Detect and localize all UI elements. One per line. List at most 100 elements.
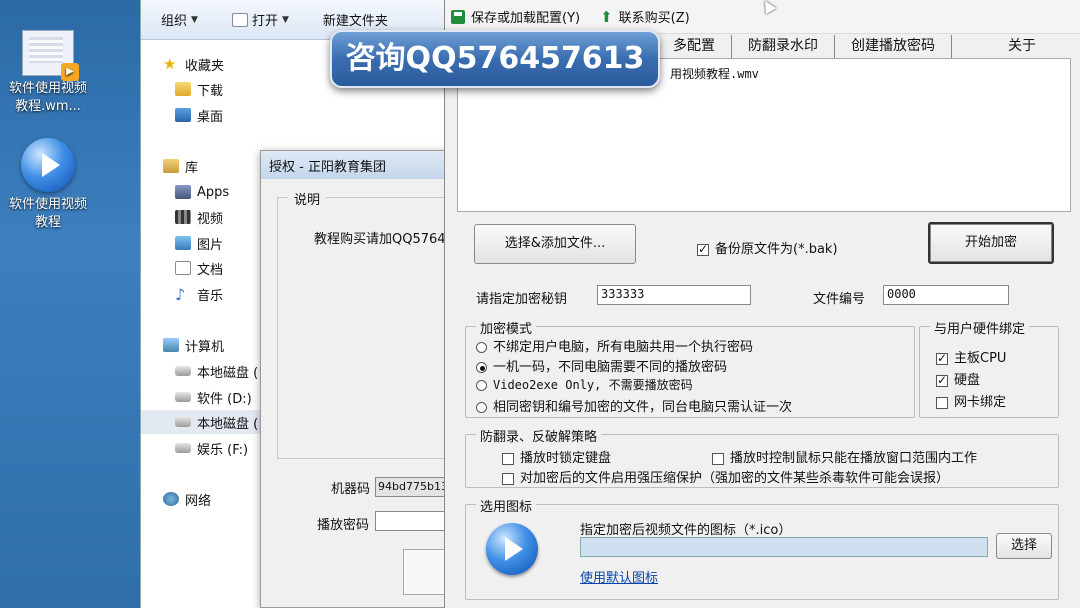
group-title: 与用户硬件绑定 bbox=[930, 318, 1030, 337]
checkbox[interactable] bbox=[936, 351, 948, 365]
video-file-icon: ▶ bbox=[22, 30, 79, 81]
folder-icon bbox=[175, 82, 191, 96]
choose-icon-button[interactable]: 选择 bbox=[996, 533, 1052, 559]
play-password-field[interactable] bbox=[375, 511, 445, 531]
play-icon bbox=[21, 138, 75, 192]
bind-cpu-checkbox[interactable]: 主板CPU bbox=[936, 347, 1006, 366]
open-button[interactable]: 打开 ▼ bbox=[231, 10, 289, 29]
machine-code-field[interactable]: 94bd775b13 bbox=[375, 477, 445, 497]
checkbox[interactable] bbox=[936, 373, 948, 387]
library-icon bbox=[163, 159, 179, 173]
checkbox[interactable] bbox=[502, 472, 514, 485]
nav-favorites[interactable]: ★ 收藏夹 bbox=[163, 52, 224, 76]
tab-create-password[interactable]: 创建播放密码 bbox=[835, 35, 952, 59]
checkbox[interactable] bbox=[697, 242, 709, 256]
nav-libraries[interactable]: 库 bbox=[163, 154, 198, 178]
disk-icon bbox=[175, 366, 191, 376]
music-icon: ♪ bbox=[175, 284, 186, 304]
checkbox[interactable] bbox=[712, 452, 724, 465]
restrict-mouse-checkbox[interactable]: 播放时控制鼠标只能在播放窗口范围内工作 bbox=[712, 447, 977, 466]
computer-icon bbox=[163, 338, 179, 352]
bind-nic-checkbox[interactable]: 网卡绑定 bbox=[936, 391, 1006, 410]
document-icon bbox=[175, 261, 191, 275]
radio[interactable] bbox=[476, 362, 487, 373]
tab-bar: 多配置 防翻录水印 创建播放密码 关于 bbox=[657, 35, 1080, 59]
disk-icon bbox=[175, 392, 191, 402]
checkbox[interactable] bbox=[936, 396, 948, 409]
chevron-down-icon: ▼ bbox=[281, 14, 289, 25]
nav-downloads[interactable]: 下载 bbox=[175, 77, 223, 101]
apps-icon bbox=[175, 185, 191, 199]
nav-videos[interactable]: 视频 bbox=[175, 205, 223, 229]
nav-pictures[interactable]: 图片 bbox=[175, 231, 223, 255]
anti-piracy-group: 防翻录、反破解策略 播放时锁定键盘 播放时控制鼠标只能在播放窗口范围内工作 对加… bbox=[465, 426, 1059, 488]
default-icon-link[interactable]: 使用默认图标 bbox=[580, 567, 658, 586]
add-file-button[interactable]: 选择&添加文件... bbox=[474, 224, 636, 264]
authorization-dialog: 授权 - 正阳教育集团 说明 教程购买请加QQ57645 机器码 94bd775… bbox=[260, 150, 463, 608]
nav-local-disk-e[interactable]: 本地磁盘 ( bbox=[141, 410, 271, 434]
nav-apps[interactable]: Apps bbox=[175, 180, 229, 204]
mode-option-2[interactable]: 一机一码，不同电脑需要不同的播放密码 bbox=[476, 356, 727, 375]
contact-banner: 咨询QQ576457613 bbox=[330, 30, 660, 88]
backup-checkbox[interactable]: 备份原文件为(*.bak) bbox=[697, 238, 838, 257]
nav-software-d[interactable]: 软件 (D:) bbox=[175, 385, 252, 409]
network-icon bbox=[163, 492, 179, 506]
new-folder-button[interactable]: 新建文件夹 bbox=[323, 10, 388, 29]
strong-compression-checkbox[interactable]: 对加密后的文件启用强压缩保护（强加密的文件某些杀毒软件可能会误报） bbox=[502, 467, 949, 486]
desktop-icon-player[interactable]: 软件使用视频教程 bbox=[8, 138, 88, 232]
nav-local-disk-c[interactable]: 本地磁盘 ( bbox=[175, 359, 258, 383]
file-number-input[interactable]: 0000 bbox=[883, 285, 1009, 305]
desktop-icon-label: 软件使用视频教程.wm... bbox=[8, 81, 87, 114]
bind-disk-checkbox[interactable]: 硬盘 bbox=[936, 369, 980, 388]
star-icon: ★ bbox=[163, 55, 177, 73]
film-icon bbox=[175, 210, 191, 224]
desktop-icon-video-file[interactable]: ▶ 软件使用视频教程.wm... bbox=[8, 30, 88, 116]
radio[interactable] bbox=[476, 380, 487, 391]
radio[interactable] bbox=[476, 342, 487, 353]
organize-button[interactable]: 组织 ▼ bbox=[161, 10, 198, 29]
mode-option-1[interactable]: 不绑定用户电脑，所有电脑共用一个执行密码 bbox=[476, 336, 753, 355]
nav-computer[interactable]: 计算机 bbox=[163, 333, 224, 357]
nav-desktop[interactable]: 桌面 bbox=[175, 103, 223, 127]
save-icon bbox=[451, 9, 465, 24]
nav-documents[interactable]: 文档 bbox=[175, 256, 223, 280]
nav-network[interactable]: 网络 bbox=[163, 487, 211, 511]
key-label: 请指定加密秘钥 bbox=[476, 292, 568, 307]
desktop-icon bbox=[175, 108, 191, 122]
cart-icon: ⬆ bbox=[600, 7, 613, 26]
icon-description: 指定加密后视频文件的图标（*.ico） bbox=[580, 523, 792, 538]
lock-keyboard-checkbox[interactable]: 播放时锁定键盘 bbox=[502, 447, 611, 466]
encryption-mode-group: 加密模式 不绑定用户电脑，所有电脑共用一个执行密码 一机一码，不同电脑需要不同的… bbox=[465, 318, 915, 418]
disk-icon bbox=[175, 417, 191, 427]
group-label: 说明 bbox=[288, 189, 327, 208]
mode-option-3[interactable]: Video2exe Only, 不需要播放密码 bbox=[476, 376, 693, 393]
nav-music[interactable]: ♪ 音乐 bbox=[175, 282, 223, 306]
group-title: 选用图标 bbox=[476, 496, 537, 515]
tab-multi-config[interactable]: 多配置 bbox=[657, 35, 732, 59]
checkbox[interactable] bbox=[502, 452, 514, 465]
menu-save-load[interactable]: 保存或加载配置(Y) bbox=[451, 7, 580, 26]
machine-code-label: 机器码 bbox=[331, 482, 371, 497]
key-input[interactable]: 333333 bbox=[597, 285, 751, 305]
icon-selection-group: 选用图标 指定加密后视频文件的图标（*.ico） 选择 使用默认图标 bbox=[465, 496, 1059, 600]
dialog-title: 授权 - 正阳教育集团 bbox=[261, 151, 459, 179]
play-icon bbox=[486, 523, 538, 575]
tab-watermark[interactable]: 防翻录水印 bbox=[732, 35, 835, 59]
menu-contact-buy[interactable]: ⬆ 联系购买(Z) bbox=[600, 7, 690, 27]
chevron-down-icon: ▼ bbox=[191, 14, 198, 25]
desktop-icon-label: 软件使用视频教程 bbox=[8, 197, 87, 230]
description-text: 教程购买请加QQ57645 bbox=[314, 232, 454, 247]
file-number-label: 文件编号 bbox=[813, 292, 866, 307]
mode-option-4[interactable]: 相同密钥和编号加密的文件，同台电脑只需认证一次 bbox=[476, 396, 792, 415]
navigation-pane: ★ 收藏夹 下载 桌面 库 Apps 视频 图片 文档 ♪ 音乐 计算机 本地磁盘 … bbox=[141, 40, 271, 608]
tab-about[interactable]: 关于 bbox=[952, 35, 1080, 59]
group-title: 加密模式 bbox=[476, 318, 537, 337]
icon-path-field[interactable] bbox=[580, 537, 988, 557]
play-password-label: 播放密码 bbox=[317, 518, 370, 533]
nav-entertainment-f[interactable]: 娱乐 (F:) bbox=[175, 436, 248, 460]
encryption-window: 保存或加载配置(Y) ⬆ 联系购买(Z) 多配置 防翻录水印 创建播放密码 关于 … bbox=[444, 0, 1080, 608]
list-item[interactable]: 用视频教程.wmv bbox=[670, 65, 759, 82]
start-encrypt-button[interactable]: 开始加密 bbox=[928, 222, 1054, 264]
radio[interactable] bbox=[476, 402, 487, 413]
picture-icon bbox=[175, 236, 191, 250]
